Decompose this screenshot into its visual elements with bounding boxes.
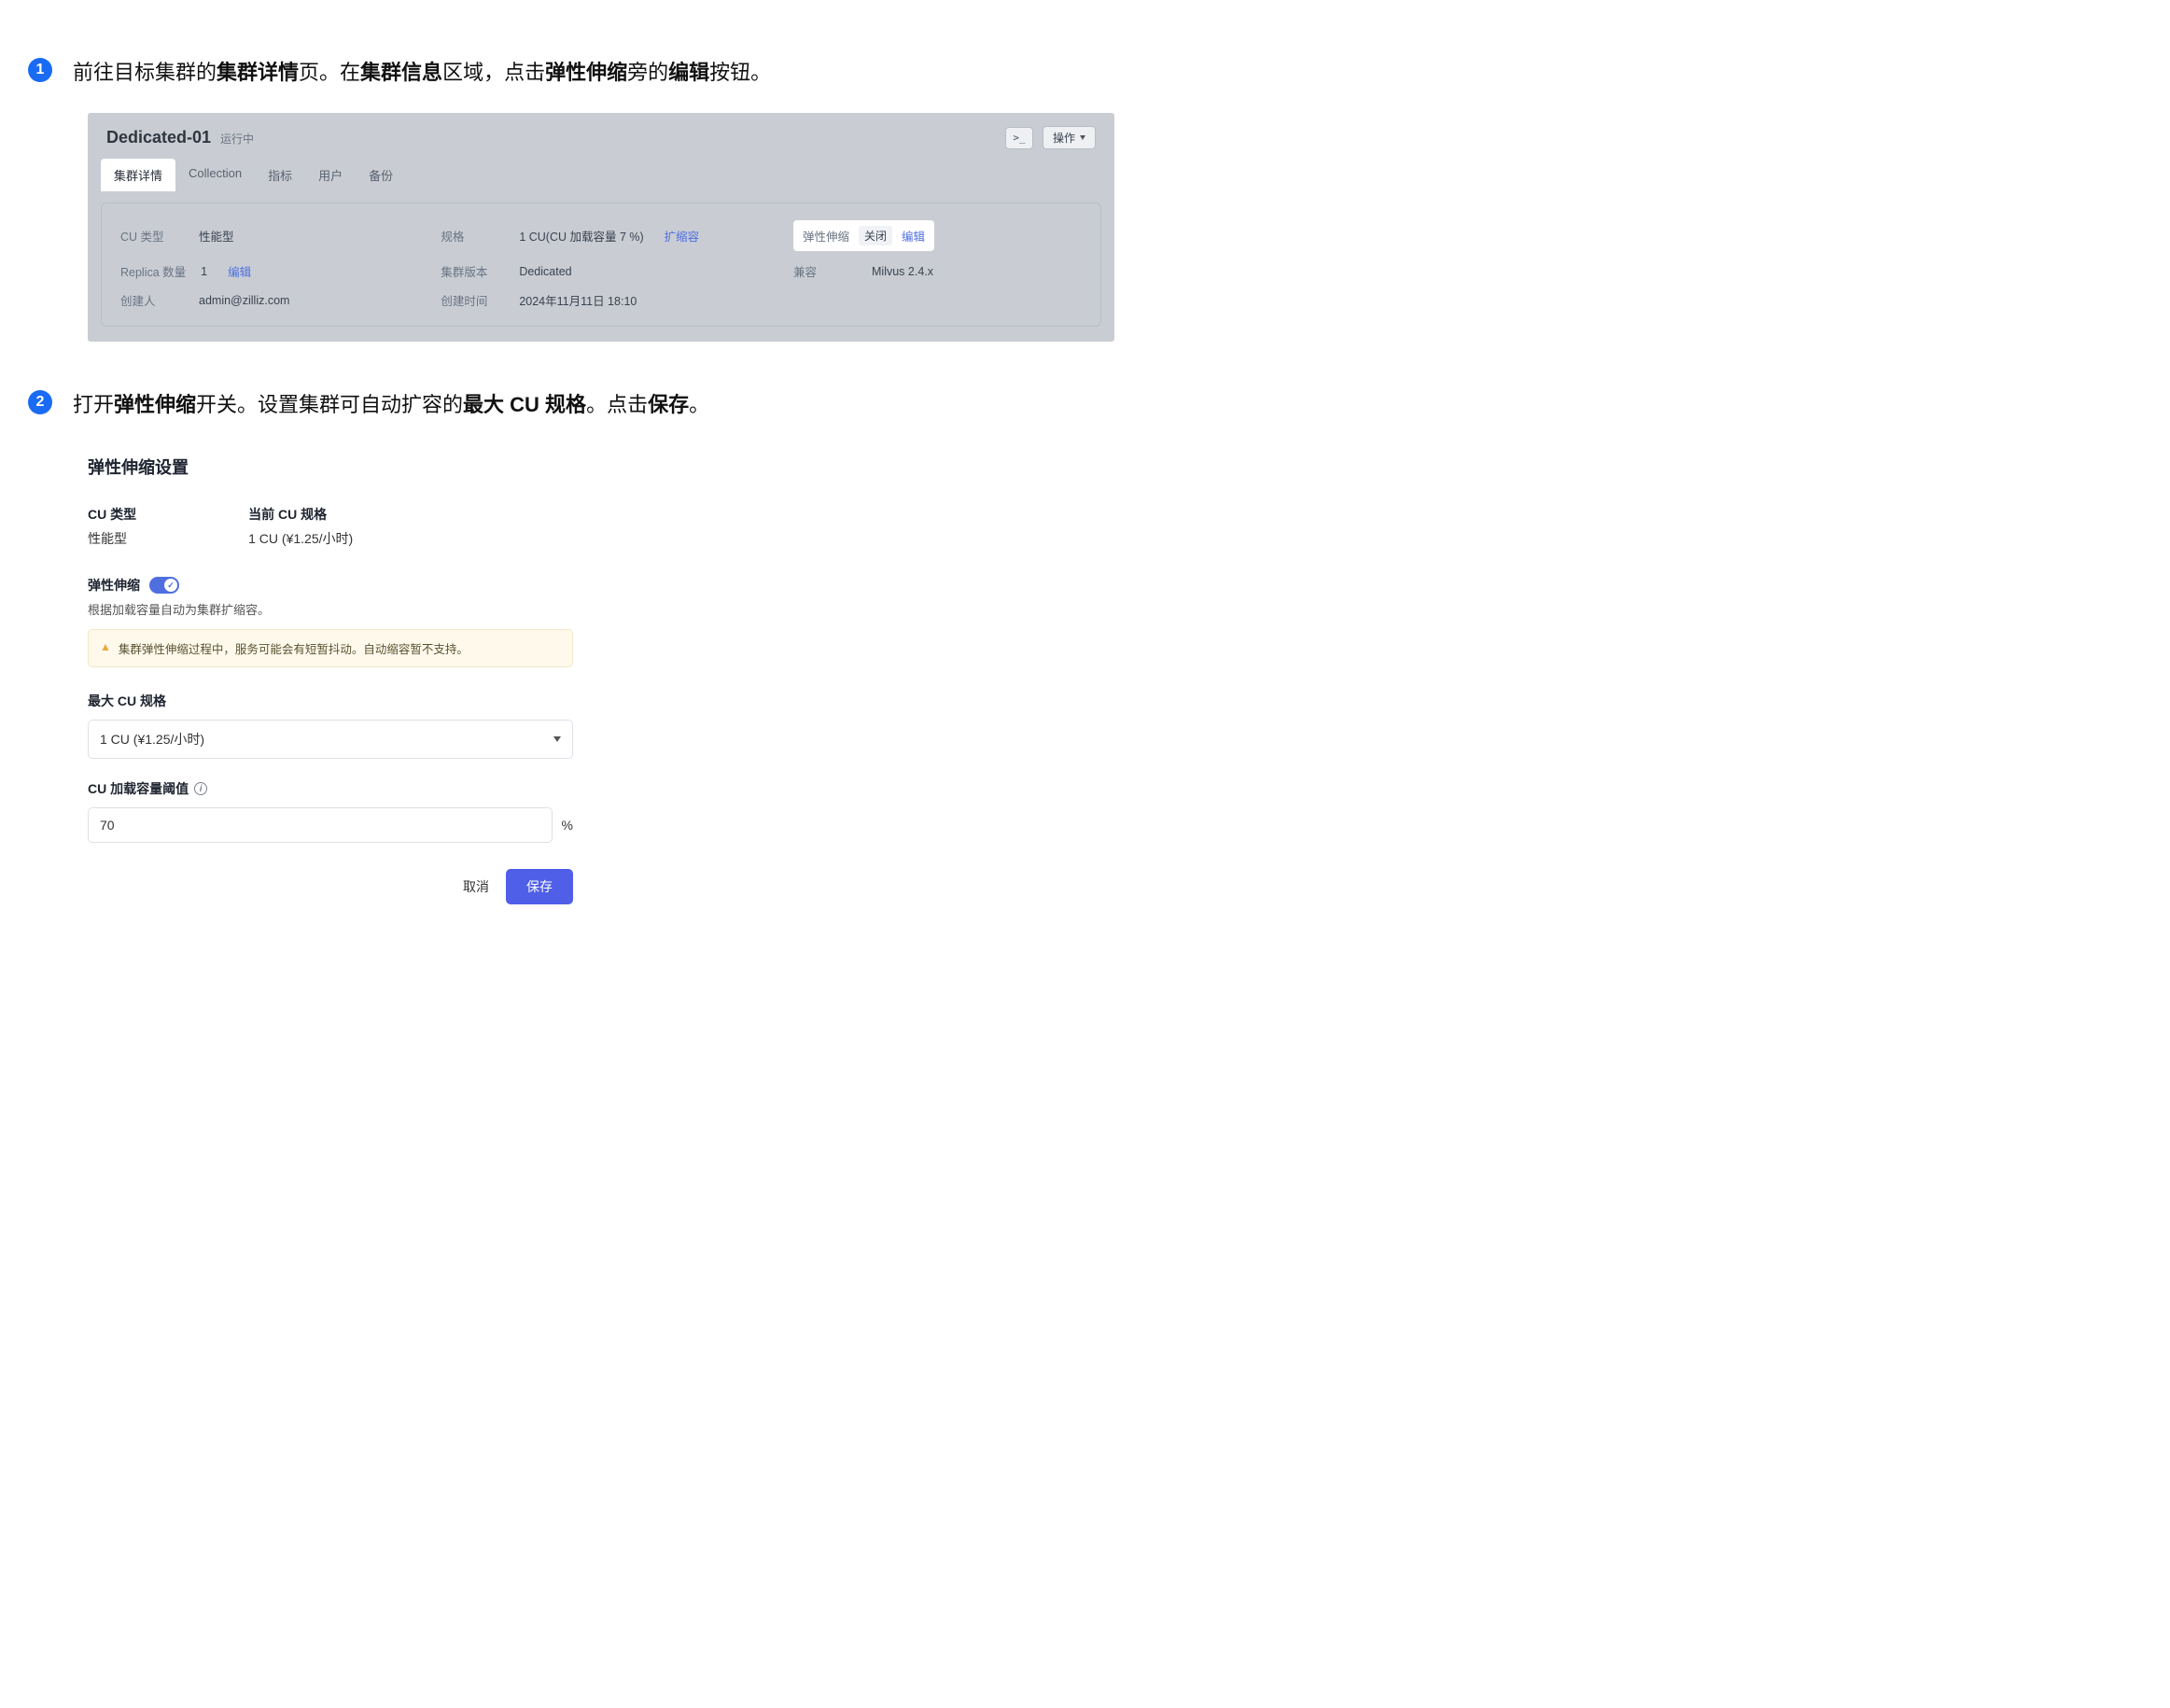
- cluster-info-card: CU 类型 性能型 规格 1 CU(CU 加载容量 7 %) 扩缩容 弹性伸缩 …: [101, 203, 1101, 327]
- threshold-input[interactable]: [88, 807, 553, 843]
- threshold-unit: %: [562, 818, 573, 833]
- autoscale-warning: ▲ 集群弹性伸缩过程中，服务可能会有短暂抖动。自动缩容暂不支持。: [88, 629, 573, 667]
- settings-cu-type: CU 类型 性能型: [88, 505, 136, 548]
- info-autoscale: 弹性伸缩 关闭 编辑: [793, 220, 1082, 251]
- max-cu-field: 最大 CU 规格 1 CU (¥1.25/小时): [88, 692, 573, 759]
- tab-backup[interactable]: 备份: [356, 159, 406, 191]
- step-1: 1 前往目标集群的集群详情页。在集群信息区域，点击弹性伸缩旁的编辑按钮。: [28, 56, 2142, 89]
- step-2-text: 打开弹性伸缩开关。设置集群可自动扩容的最大 CU 规格。点击保存。: [73, 388, 709, 421]
- step-2: 2 打开弹性伸缩开关。设置集群可自动扩容的最大 CU 规格。点击保存。: [28, 388, 2142, 421]
- info-version: 集群版本 Dedicated: [441, 262, 793, 280]
- info-spec: 规格 1 CU(CU 加载容量 7 %) 扩缩容: [441, 220, 793, 251]
- chevron-down-icon: [553, 736, 561, 742]
- step-1-badge: 1: [28, 58, 52, 82]
- settings-title: 弹性伸缩设置: [88, 455, 573, 479]
- step-1-text: 前往目标集群的集群详情页。在集群信息区域，点击弹性伸缩旁的编辑按钮。: [73, 56, 771, 89]
- info-cu-type: CU 类型 性能型: [120, 220, 441, 251]
- max-cu-select[interactable]: 1 CU (¥1.25/小时): [88, 720, 573, 759]
- tab-collection[interactable]: Collection: [175, 159, 255, 191]
- cluster-status: 运行中: [220, 131, 254, 147]
- operations-button[interactable]: 操作: [1043, 126, 1096, 149]
- autoscale-settings-panel: 弹性伸缩设置 CU 类型 性能型 当前 CU 规格 1 CU (¥1.25/小时…: [88, 445, 573, 904]
- cli-button[interactable]: >_: [1005, 127, 1033, 149]
- autoscale-toggle[interactable]: [149, 577, 179, 594]
- tab-details[interactable]: 集群详情: [101, 159, 175, 191]
- info-icon[interactable]: i: [194, 782, 207, 795]
- info-compat: 兼容 Milvus 2.4.x: [793, 262, 1082, 280]
- cluster-header: Dedicated-01 运行中 >_ 操作: [88, 113, 1114, 149]
- tab-metrics[interactable]: 指标: [255, 159, 305, 191]
- operations-label: 操作: [1053, 130, 1075, 146]
- cluster-title: Dedicated-01: [106, 128, 211, 147]
- tab-users[interactable]: 用户: [305, 159, 356, 191]
- warning-icon: ▲: [100, 639, 111, 655]
- threshold-field: CU 加载容量阈值 i %: [88, 779, 573, 843]
- replica-edit-link[interactable]: 编辑: [228, 262, 251, 280]
- step-2-badge: 2: [28, 390, 52, 414]
- info-created: 创建时间 2024年11月11日 18:10: [441, 291, 793, 309]
- info-creator: 创建人 admin@zilliz.com: [120, 291, 441, 309]
- settings-current-size: 当前 CU 规格 1 CU (¥1.25/小时): [248, 505, 353, 548]
- cluster-tabs: 集群详情 Collection 指标 用户 备份: [88, 149, 1114, 191]
- cluster-panel: Dedicated-01 运行中 >_ 操作 集群详情 Collection 指…: [88, 113, 1114, 342]
- scale-link[interactable]: 扩缩容: [665, 227, 700, 245]
- autoscale-toggle-desc: 根据加载容量自动为集群扩缩容。: [88, 600, 573, 618]
- autoscale-toggle-label: 弹性伸缩: [88, 576, 140, 595]
- max-cu-value: 1 CU (¥1.25/小时): [100, 730, 204, 749]
- chevron-down-icon: [1080, 135, 1085, 140]
- save-button[interactable]: 保存: [506, 869, 573, 904]
- info-replica: Replica 数量 1 编辑: [120, 262, 441, 280]
- autoscale-status-pill: 关闭: [859, 226, 892, 245]
- cancel-button[interactable]: 取消: [463, 877, 489, 896]
- autoscale-edit-link[interactable]: 编辑: [902, 227, 925, 245]
